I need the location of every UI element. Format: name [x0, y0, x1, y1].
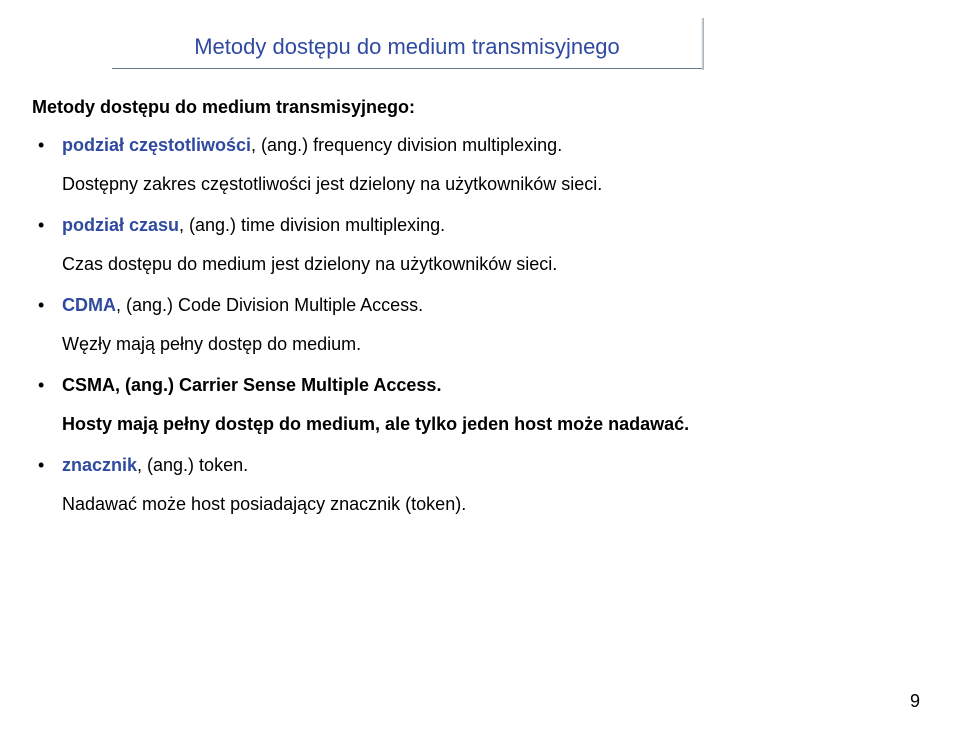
item-desc: Hosty mają pełny dostęp do medium, ale t… [62, 411, 902, 438]
term: CDMA [62, 295, 116, 315]
list-item: podział czasu, (ang.) time division mult… [32, 212, 902, 278]
item-desc: Czas dostępu do medium jest dzielony na … [62, 251, 902, 278]
term: podział czasu [62, 215, 179, 235]
item-desc: Nadawać może host posiadający znacznik (… [62, 491, 902, 518]
subheading: Metody dostępu do medium transmisyjnego: [32, 97, 902, 118]
title-rule: Metody dostępu do medium transmisyjnego [112, 30, 702, 69]
list-item: podział częstotliwości, (ang.) frequency… [32, 132, 902, 198]
term-after: , (ang.) Code Division Multiple Access. [116, 295, 423, 315]
page-number: 9 [910, 691, 920, 712]
page-title: Metody dostępu do medium transmisyjnego [112, 30, 702, 60]
term-after: , (ang.) token. [137, 455, 248, 475]
term-after: , (ang.) frequency division multiplexing… [251, 135, 562, 155]
item-desc: Dostępny zakres częstotliwości jest dzie… [62, 171, 902, 198]
list-item: znacznik, (ang.) token. Nadawać może hos… [32, 452, 902, 518]
list-item: CDMA, (ang.) Code Division Multiple Acce… [32, 292, 902, 358]
term: CSMA, (ang.) Carrier Sense Multiple Acce… [62, 375, 441, 395]
item-desc: Węzły mają pełny dostęp do medium. [62, 331, 902, 358]
term-after: , (ang.) time division multiplexing. [179, 215, 445, 235]
list-item: CSMA, (ang.) Carrier Sense Multiple Acce… [32, 372, 902, 438]
term: podział częstotliwości [62, 135, 251, 155]
term: znacznik [62, 455, 137, 475]
bullet-list: podział częstotliwości, (ang.) frequency… [32, 132, 902, 518]
